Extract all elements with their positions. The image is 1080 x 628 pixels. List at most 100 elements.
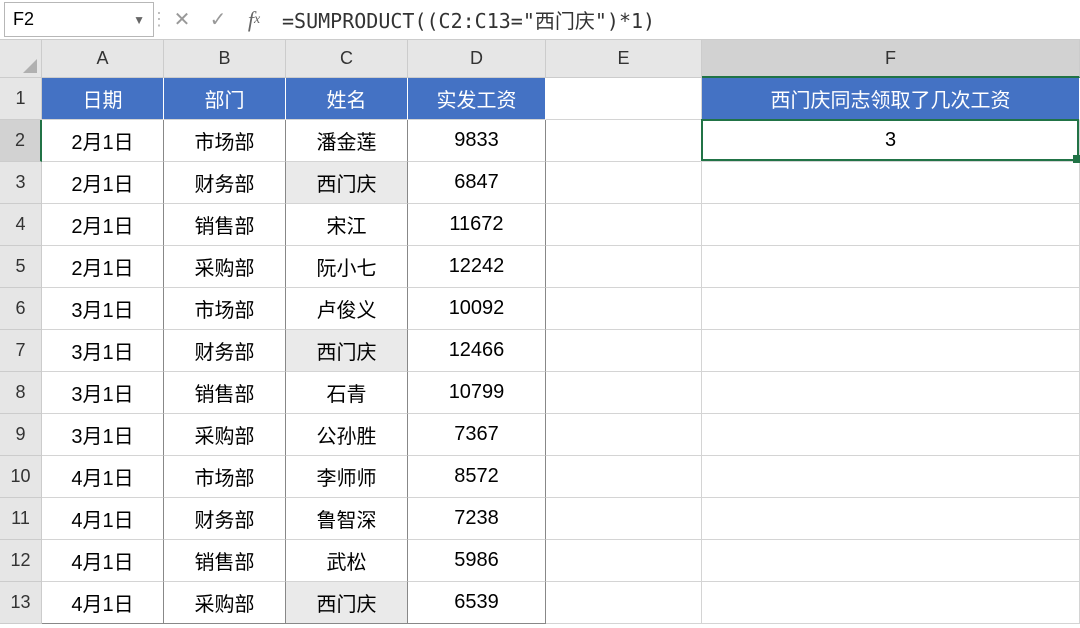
cell-salary-12[interactable]: 5986 <box>408 540 546 582</box>
row-header-7[interactable]: 7 <box>0 330 42 372</box>
cell-date-11[interactable]: 4月1日 <box>42 498 164 540</box>
row-header-4[interactable]: 4 <box>0 204 42 246</box>
header-cell-C[interactable]: 姓名 <box>286 78 408 120</box>
cell-name-6[interactable]: 卢俊义 <box>286 288 408 330</box>
row-header-12[interactable]: 12 <box>0 540 42 582</box>
cell-name-2[interactable]: 潘金莲 <box>286 120 408 162</box>
cell-date-9[interactable]: 3月1日 <box>42 414 164 456</box>
cell-salary-10[interactable]: 8572 <box>408 456 546 498</box>
cell-E4-bg[interactable] <box>546 204 702 246</box>
fx-icon[interactable]: fx <box>236 0 272 39</box>
cell-name-12[interactable]: 武松 <box>286 540 408 582</box>
cell-E13-bg[interactable] <box>546 582 702 624</box>
cell-E2-bg[interactable] <box>546 120 702 162</box>
cell-dept-9[interactable]: 采购部 <box>164 414 286 456</box>
cell-E10-bg[interactable] <box>546 456 702 498</box>
cell-name-9[interactable]: 公孙胜 <box>286 414 408 456</box>
cell-date-3[interactable]: 2月1日 <box>42 162 164 204</box>
cell-salary-3[interactable]: 6847 <box>408 162 546 204</box>
cell-name-11[interactable]: 鲁智深 <box>286 498 408 540</box>
cell-date-8[interactable]: 3月1日 <box>42 372 164 414</box>
cell-salary-4[interactable]: 11672 <box>408 204 546 246</box>
header-cell-B[interactable]: 部门 <box>164 78 286 120</box>
cell-salary-9[interactable]: 7367 <box>408 414 546 456</box>
row-header-9[interactable]: 9 <box>0 414 42 456</box>
cell-F10-bg[interactable] <box>702 456 1080 498</box>
cell-date-5[interactable]: 2月1日 <box>42 246 164 288</box>
cell-name-10[interactable]: 李师师 <box>286 456 408 498</box>
row-header-1[interactable]: 1 <box>0 78 42 120</box>
accept-formula-icon[interactable]: ✓ <box>200 0 236 39</box>
cell-date-7[interactable]: 3月1日 <box>42 330 164 372</box>
cell-dept-8[interactable]: 销售部 <box>164 372 286 414</box>
cell-name-5[interactable]: 阮小七 <box>286 246 408 288</box>
row-header-10[interactable]: 10 <box>0 456 42 498</box>
cell-dept-6[interactable]: 市场部 <box>164 288 286 330</box>
column-header-C[interactable]: C <box>286 40 408 78</box>
header-cell-F[interactable]: 西门庆同志领取了几次工资 <box>702 78 1080 120</box>
cell-dept-13[interactable]: 采购部 <box>164 582 286 624</box>
cell-F9-bg[interactable] <box>702 414 1080 456</box>
cell-date-2[interactable]: 2月1日 <box>42 120 164 162</box>
cell-salary-2[interactable]: 9833 <box>408 120 546 162</box>
cell-date-4[interactable]: 2月1日 <box>42 204 164 246</box>
cell-dept-10[interactable]: 市场部 <box>164 456 286 498</box>
cell-F11-bg[interactable] <box>702 498 1080 540</box>
cell-name-7[interactable]: 西门庆 <box>286 330 408 372</box>
column-header-A[interactable]: A <box>42 40 164 78</box>
name-box[interactable]: F2 ▼ <box>4 2 154 37</box>
cell-F6-bg[interactable] <box>702 288 1080 330</box>
cell-E9-bg[interactable] <box>546 414 702 456</box>
cell-F4-bg[interactable] <box>702 204 1080 246</box>
cell-E6-bg[interactable] <box>546 288 702 330</box>
row-header-13[interactable]: 13 <box>0 582 42 624</box>
cell-salary-6[interactable]: 10092 <box>408 288 546 330</box>
cell-E12-bg[interactable] <box>546 540 702 582</box>
cell-F13-bg[interactable] <box>702 582 1080 624</box>
row-header-5[interactable]: 5 <box>0 246 42 288</box>
cell-E8-bg[interactable] <box>546 372 702 414</box>
row-header-2[interactable]: 2 <box>0 120 42 162</box>
cell-salary-5[interactable]: 12242 <box>408 246 546 288</box>
cell-F12-bg[interactable] <box>702 540 1080 582</box>
header-cell-D[interactable]: 实发工资 <box>408 78 546 120</box>
cancel-formula-icon[interactable]: ✕ <box>164 0 200 39</box>
cell-F7-bg[interactable] <box>702 330 1080 372</box>
name-box-dropdown-icon[interactable]: ▼ <box>133 13 145 27</box>
column-header-B[interactable]: B <box>164 40 286 78</box>
cell-name-4[interactable]: 宋江 <box>286 204 408 246</box>
cell-salary-13[interactable]: 6539 <box>408 582 546 624</box>
cell-date-13[interactable]: 4月1日 <box>42 582 164 624</box>
cell-E1-bg[interactable] <box>546 78 702 120</box>
cell-salary-11[interactable]: 7238 <box>408 498 546 540</box>
formula-input[interactable]: =SUMPRODUCT((C2:C13="西门庆")*1) <box>272 0 1080 39</box>
row-header-3[interactable]: 3 <box>0 162 42 204</box>
cell-dept-5[interactable]: 采购部 <box>164 246 286 288</box>
result-cell[interactable]: 3 <box>702 120 1080 162</box>
column-header-F[interactable]: F <box>702 40 1080 78</box>
cell-F5-bg[interactable] <box>702 246 1080 288</box>
header-cell-A[interactable]: 日期 <box>42 78 164 120</box>
cell-salary-7[interactable]: 12466 <box>408 330 546 372</box>
cell-E3-bg[interactable] <box>546 162 702 204</box>
cell-dept-11[interactable]: 财务部 <box>164 498 286 540</box>
cell-name-13[interactable]: 西门庆 <box>286 582 408 624</box>
cell-dept-3[interactable]: 财务部 <box>164 162 286 204</box>
row-header-11[interactable]: 11 <box>0 498 42 540</box>
cell-E5-bg[interactable] <box>546 246 702 288</box>
row-header-8[interactable]: 8 <box>0 372 42 414</box>
cell-date-10[interactable]: 4月1日 <box>42 456 164 498</box>
column-header-D[interactable]: D <box>408 40 546 78</box>
cell-dept-7[interactable]: 财务部 <box>164 330 286 372</box>
cell-name-8[interactable]: 石青 <box>286 372 408 414</box>
cell-E7-bg[interactable] <box>546 330 702 372</box>
cell-name-3[interactable]: 西门庆 <box>286 162 408 204</box>
cell-E11-bg[interactable] <box>546 498 702 540</box>
column-header-E[interactable]: E <box>546 40 702 78</box>
cells-area[interactable]: 日期部门姓名实发工资西门庆同志领取了几次工资2月1日市场部潘金莲98332月1日… <box>42 78 1080 628</box>
cell-F8-bg[interactable] <box>702 372 1080 414</box>
cell-dept-4[interactable]: 销售部 <box>164 204 286 246</box>
cell-F3-bg[interactable] <box>702 162 1080 204</box>
cell-dept-2[interactable]: 市场部 <box>164 120 286 162</box>
cell-dept-12[interactable]: 销售部 <box>164 540 286 582</box>
